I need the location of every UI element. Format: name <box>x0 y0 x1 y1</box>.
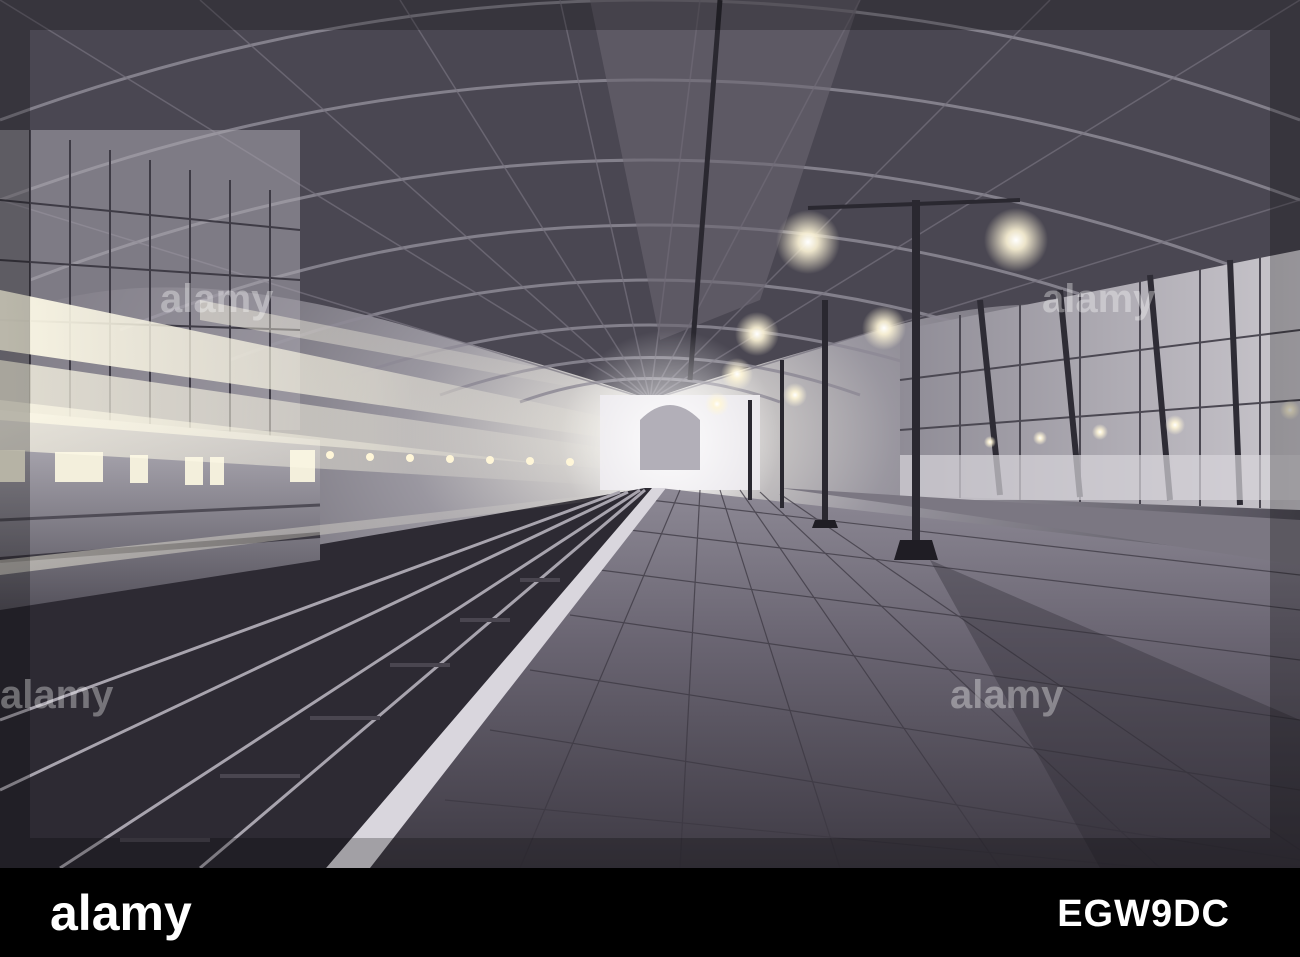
watermark-center: alamy <box>950 673 1064 717</box>
train-station-photo: alamy alamy alamy alamy <box>0 0 1300 868</box>
alamy-logo: alamy <box>50 885 192 941</box>
watermark-top-left: alamy <box>160 277 274 321</box>
watermark-left: alamy <box>0 673 114 717</box>
image-id: EGW9DC <box>1057 893 1230 935</box>
watermark-top-right: alamy <box>1042 277 1156 321</box>
station-end-arch <box>640 405 700 470</box>
